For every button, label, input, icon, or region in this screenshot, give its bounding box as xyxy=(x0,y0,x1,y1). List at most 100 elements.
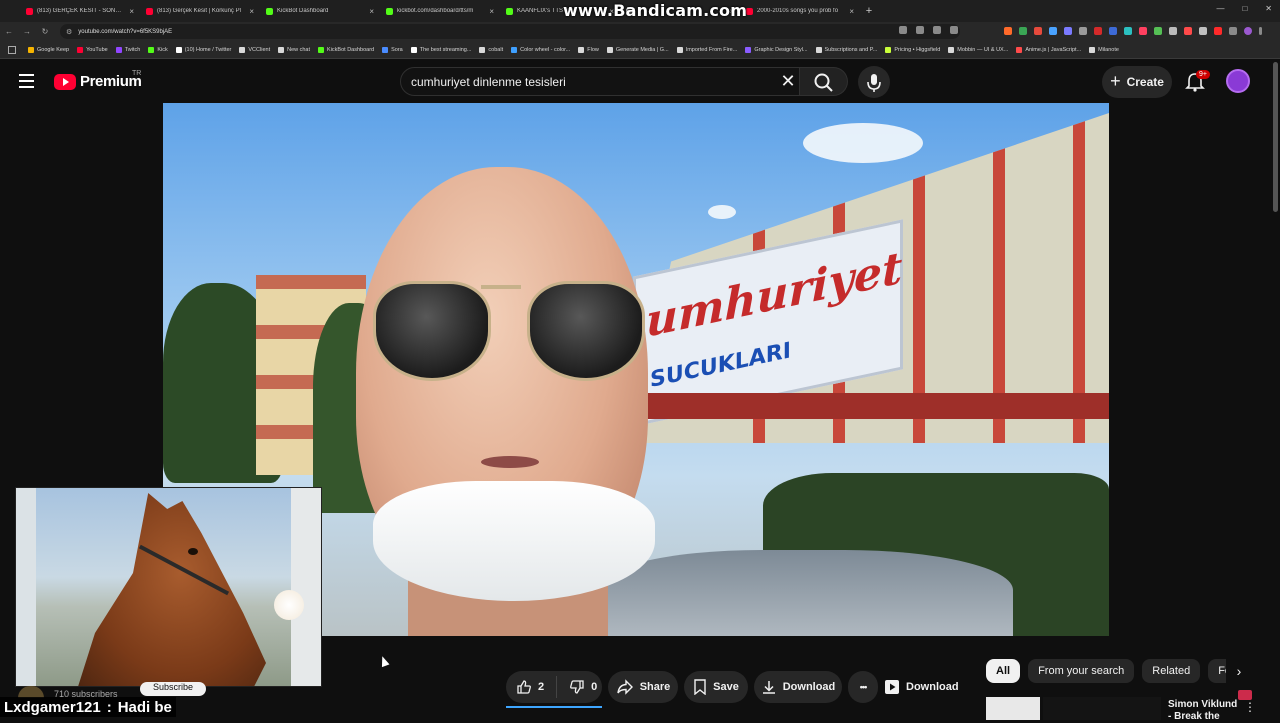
bookmark-item[interactable]: Flow xyxy=(578,46,599,53)
like-count[interactable]: 2 xyxy=(538,681,544,693)
site-info-icon[interactable]: ⚙ xyxy=(66,28,72,36)
bookmark-item[interactable]: Milanote xyxy=(1089,46,1119,53)
extension-icon[interactable] xyxy=(1154,27,1162,35)
filter-chip[interactable]: All xyxy=(986,659,1021,683)
back-icon[interactable]: ← xyxy=(0,27,18,36)
extension-icon[interactable] xyxy=(1109,27,1117,35)
bookmark-item[interactable]: YouTube xyxy=(77,46,108,53)
cast-icon[interactable] xyxy=(916,26,924,34)
browser-tab[interactable]: KickBot Dashboard × xyxy=(260,0,380,22)
country-code: TR xyxy=(132,70,142,77)
browser-tab[interactable]: kickbot.com/dashboard/tts/m × xyxy=(380,0,500,22)
create-button[interactable]: + Create xyxy=(1102,66,1172,98)
menu-dots-icon[interactable] xyxy=(1259,27,1262,35)
youtube-premium-logo[interactable]: Premium TR xyxy=(54,70,142,90)
extension-icon[interactable] xyxy=(1184,27,1192,35)
extensions-puzzle-icon[interactable] xyxy=(1229,27,1237,35)
bookmark-item[interactable]: Anime.js | JavaScript... xyxy=(1016,46,1081,53)
extension-icon[interactable] xyxy=(1124,27,1132,35)
extension-icon[interactable] xyxy=(1139,27,1147,35)
tab-favicon-icon xyxy=(26,7,33,15)
bookmark-item[interactable]: KickBot Dashboard xyxy=(318,46,374,53)
dislike-count[interactable]: 0 xyxy=(591,681,597,693)
bookmark-item[interactable]: Pricing • Higgsfield xyxy=(885,46,940,53)
mouse-cursor xyxy=(378,654,390,668)
download-button[interactable]: Download xyxy=(754,671,842,703)
account-avatar[interactable] xyxy=(1226,69,1250,93)
extension-icon[interactable] xyxy=(1049,27,1057,35)
save-button[interactable]: Save xyxy=(684,671,748,703)
forward-icon[interactable]: → xyxy=(18,27,36,36)
browser-tab[interactable]: (813) GERÇEK KESİT - SONUN İ × xyxy=(20,0,140,22)
dislike-icon[interactable] xyxy=(569,679,585,695)
bookmark-favicon-icon xyxy=(1016,46,1023,53)
recommendation-more-icon[interactable]: ⋮ xyxy=(1244,700,1256,714)
close-window-icon[interactable]: ✕ xyxy=(1265,4,1272,13)
bookmark-item[interactable]: (10) Home / Twitter xyxy=(175,46,231,53)
search-button[interactable] xyxy=(800,67,848,96)
close-tab-icon[interactable]: × xyxy=(369,7,374,16)
browser-tab[interactable]: 2000-2010s songs you prob fo × xyxy=(740,0,860,22)
extension-icon[interactable] xyxy=(1079,27,1087,35)
recommendation-thumbnail[interactable] xyxy=(986,697,1040,720)
browser-tab[interactable]: (813) Gerçek Kesit | Korkunç Pl × xyxy=(140,0,260,22)
bookmark-item[interactable]: Imported From Fire... xyxy=(676,46,737,53)
bookmark-item[interactable]: Subscriptions and P... xyxy=(815,46,877,53)
subscribe-button[interactable]: Subscribe xyxy=(140,682,206,696)
minimize-icon[interactable]: — xyxy=(1216,4,1224,13)
bookmark-label: Kick xyxy=(157,46,168,53)
more-actions-button[interactable]: ••• xyxy=(848,671,878,703)
reload-icon[interactable]: ↻ xyxy=(36,27,54,36)
zoom-icon[interactable] xyxy=(899,26,907,34)
bookmark-item[interactable]: The best streaming... xyxy=(410,46,471,53)
bookmark-star-icon[interactable] xyxy=(950,26,958,34)
apps-grid-icon[interactable] xyxy=(8,46,16,54)
close-tab-icon[interactable]: × xyxy=(489,7,494,16)
bookmark-item[interactable]: VCClient xyxy=(239,46,270,53)
close-tab-icon[interactable]: × xyxy=(249,7,254,16)
search-input[interactable]: cumhuriyet dinlenme tesisleri xyxy=(400,67,800,96)
bookmark-item[interactable]: Sora xyxy=(382,46,403,53)
bookmark-item[interactable]: Kick xyxy=(148,46,168,53)
share-page-icon[interactable] xyxy=(933,26,941,34)
new-tab-button[interactable]: + xyxy=(860,5,878,17)
close-tab-icon[interactable]: × xyxy=(129,7,134,16)
filter-chip[interactable]: From your search xyxy=(1028,659,1135,683)
filter-chip[interactable]: Related xyxy=(1142,659,1201,683)
chevron-right-icon[interactable]: › xyxy=(1226,659,1252,683)
bookmark-favicon-icon xyxy=(318,46,325,53)
extension-icon[interactable] xyxy=(1064,27,1072,35)
close-tab-icon[interactable]: × xyxy=(849,7,854,16)
extension-icon[interactable] xyxy=(1199,27,1207,35)
like-icon[interactable] xyxy=(516,679,532,695)
bookmark-item[interactable]: Mobbin — UI & UX... xyxy=(948,46,1008,53)
extension-icon[interactable] xyxy=(1094,27,1102,35)
profile-icon[interactable] xyxy=(1244,27,1252,35)
bookmark-item[interactable]: Graphic Design Styl... xyxy=(745,46,808,53)
share-button[interactable]: Share xyxy=(608,671,678,703)
menu-icon[interactable] xyxy=(19,74,34,88)
premium-download-button[interactable]: Download xyxy=(884,671,964,703)
bookmark-label: Generate Media | G... xyxy=(615,46,669,53)
page-scrollbar[interactable] xyxy=(1273,62,1278,212)
extension-icon[interactable] xyxy=(1214,27,1222,35)
bookmark-item[interactable]: cobalt xyxy=(479,46,503,53)
extension-icon[interactable] xyxy=(1004,27,1012,35)
bookmark-label: New chat xyxy=(287,46,311,53)
recommendation-thumbnail-dark[interactable] xyxy=(1043,697,1161,720)
maximize-icon[interactable]: □ xyxy=(1242,4,1247,13)
voice-search-button[interactable] xyxy=(858,66,890,98)
bookmark-item[interactable]: Twitch xyxy=(115,46,140,53)
bookmark-item[interactable]: Color wheel - color... xyxy=(511,46,570,53)
bookmark-item[interactable]: Generate Media | G... xyxy=(606,46,669,53)
clear-search-icon[interactable]: ✕ xyxy=(776,70,800,94)
extensions-bar xyxy=(1004,27,1262,35)
share-icon xyxy=(617,679,633,695)
bookmark-item[interactable]: Google Keep xyxy=(28,46,69,53)
extension-icon[interactable] xyxy=(1034,27,1042,35)
extension-icon[interactable] xyxy=(1019,27,1027,35)
url-field[interactable]: ⚙ youtube.com/watch?v=6f5KS9bjAE xyxy=(60,24,960,39)
bookmark-item[interactable]: New chat xyxy=(278,46,311,53)
recommendation-title[interactable]: Simon Viklund - Break the xyxy=(1168,699,1238,723)
extension-icon[interactable] xyxy=(1169,27,1177,35)
